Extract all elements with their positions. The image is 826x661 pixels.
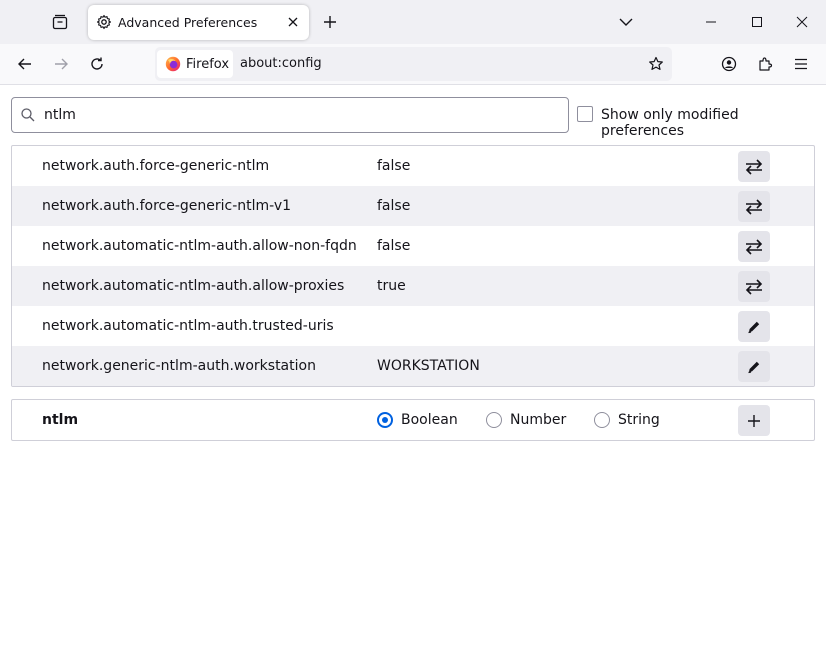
close-icon xyxy=(796,16,808,28)
type-number-radio[interactable] xyxy=(486,412,502,428)
toggle-icon xyxy=(745,278,763,295)
gear-icon xyxy=(96,14,112,30)
url-bar[interactable]: Firefox about:config xyxy=(155,47,672,81)
list-all-tabs-button[interactable] xyxy=(612,8,640,36)
type-number-label[interactable]: Number xyxy=(510,412,566,428)
toggle-button[interactable] xyxy=(738,271,770,302)
plus-icon xyxy=(748,414,760,427)
tab-advanced-preferences[interactable]: Advanced Preferences xyxy=(88,5,309,40)
minimize-button[interactable] xyxy=(688,0,734,44)
minimize-icon xyxy=(706,21,716,23)
puzzle-icon xyxy=(759,57,773,71)
identity-box[interactable]: Firefox xyxy=(157,50,233,78)
table-row[interactable]: network.generic-ntlm-auth.workstation WOR… xyxy=(12,346,814,386)
search-input[interactable] xyxy=(44,98,554,132)
plus-icon xyxy=(324,16,336,28)
url-text[interactable]: about:config xyxy=(240,56,322,71)
menu-button[interactable] xyxy=(786,49,816,79)
maximize-icon xyxy=(752,17,762,27)
type-string-radio[interactable] xyxy=(594,412,610,428)
star-icon xyxy=(649,56,663,70)
table-row[interactable]: network.automatic-ntlm-auth.trusted-uris xyxy=(12,306,814,346)
table-row[interactable]: network.auth.force-generic-ntlm false xyxy=(12,146,814,186)
table-row[interactable]: network.auth.force-generic-ntlm-v1 false xyxy=(12,186,814,226)
pencil-icon xyxy=(748,321,760,333)
bookmark-star-button[interactable] xyxy=(645,53,667,75)
edit-button[interactable] xyxy=(738,351,770,382)
pref-name: network.generic-ntlm-auth.workstation xyxy=(42,358,316,374)
chevron-down-icon xyxy=(619,18,633,26)
pencil-icon xyxy=(748,361,760,373)
preferences-table: network.auth.force-generic-ntlm false netw… xyxy=(11,145,815,387)
reload-icon xyxy=(91,57,103,70)
add-preference-button[interactable] xyxy=(738,405,770,436)
pref-name: network.automatic-ntlm-auth.allow-non-fq… xyxy=(42,238,357,254)
toggle-icon xyxy=(745,198,763,215)
toggle-button[interactable] xyxy=(738,151,770,182)
maximize-button[interactable] xyxy=(734,0,780,44)
arrow-left-icon xyxy=(18,58,31,70)
pref-value: true xyxy=(377,278,406,294)
type-boolean-radio[interactable] xyxy=(377,412,393,428)
pref-name: network.auth.force-generic-ntlm xyxy=(42,158,270,174)
show-modified-label[interactable]: Show only modified preferences xyxy=(601,107,826,139)
new-pref-name: ntlm xyxy=(42,412,79,428)
pref-value: false xyxy=(377,158,411,174)
firefox-view-icon xyxy=(52,14,68,30)
pref-value: false xyxy=(377,198,411,214)
toggle-button[interactable] xyxy=(738,191,770,222)
tab-strip: Advanced Preferences xyxy=(0,0,826,44)
add-preference-row: ntlm Boolean Number String xyxy=(11,399,815,441)
pref-name: network.automatic-ntlm-auth.allow-proxie… xyxy=(42,278,345,294)
pref-name: network.auth.force-generic-ntlm-v1 xyxy=(42,198,292,214)
show-modified-checkbox[interactable] xyxy=(577,106,593,122)
tab-title: Advanced Preferences xyxy=(118,15,258,30)
forward-button[interactable] xyxy=(46,49,76,79)
firefox-view-button[interactable] xyxy=(44,6,76,38)
close-icon xyxy=(288,17,298,27)
back-button[interactable] xyxy=(10,49,40,79)
pref-value: false xyxy=(377,238,411,254)
pref-value: WORKSTATION xyxy=(377,358,480,374)
search-box xyxy=(11,97,569,133)
toggle-icon xyxy=(745,238,763,255)
table-row[interactable]: network.automatic-ntlm-auth.allow-non-fq… xyxy=(12,226,814,266)
reload-button[interactable] xyxy=(82,49,112,79)
extensions-button[interactable] xyxy=(750,49,780,79)
type-boolean-label[interactable]: Boolean xyxy=(401,412,458,428)
arrow-right-icon xyxy=(55,58,68,70)
account-button[interactable] xyxy=(714,49,744,79)
account-icon xyxy=(721,56,737,72)
hamburger-menu-icon xyxy=(795,58,807,70)
navigation-toolbar: Firefox about:config xyxy=(0,44,826,85)
window-close-button[interactable] xyxy=(779,0,825,44)
edit-button[interactable] xyxy=(738,311,770,342)
pref-name: network.automatic-ntlm-auth.trusted-uris xyxy=(42,318,334,334)
new-tab-button[interactable] xyxy=(316,8,344,36)
type-string-label[interactable]: String xyxy=(618,412,660,428)
table-row[interactable]: network.automatic-ntlm-auth.allow-proxie… xyxy=(12,266,814,306)
toggle-button[interactable] xyxy=(738,231,770,262)
firefox-logo-icon xyxy=(165,56,181,72)
tab-close-button[interactable] xyxy=(284,13,302,31)
search-icon xyxy=(21,108,35,122)
identity-label: Firefox xyxy=(186,56,230,72)
toggle-icon xyxy=(745,158,763,175)
